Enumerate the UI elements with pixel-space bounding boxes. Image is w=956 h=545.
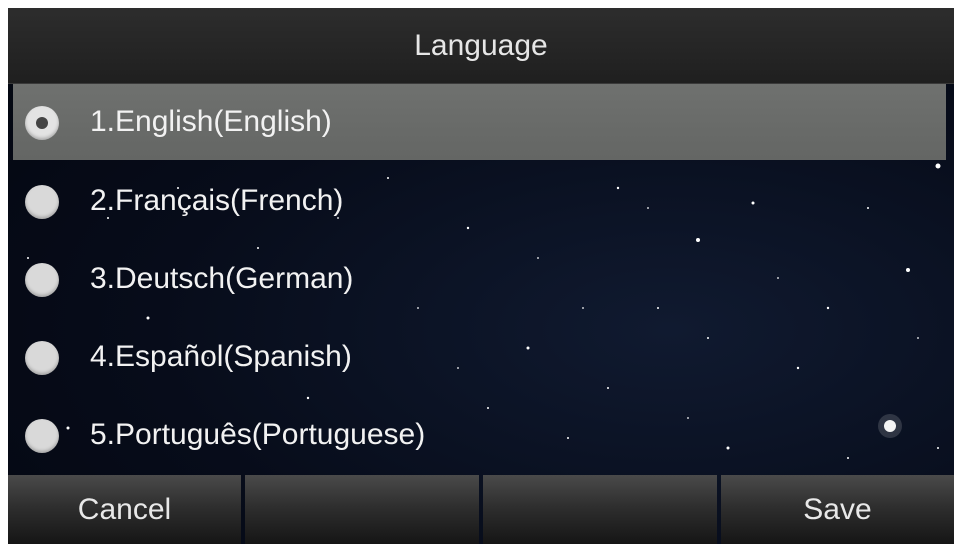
language-option-portuguese[interactable]: 5.Português(Portuguese) bbox=[8, 396, 954, 474]
language-option-label: 1.English(English) bbox=[90, 105, 332, 138]
softkey-3-button[interactable] bbox=[483, 475, 717, 544]
language-option-label: 4.Español(Spanish) bbox=[90, 340, 352, 373]
language-list: 1.English(English) 2.Français(French) 3.… bbox=[8, 84, 954, 474]
language-option-german[interactable]: 3.Deutsch(German) bbox=[8, 240, 954, 318]
radio-unselected-icon[interactable] bbox=[25, 263, 59, 297]
softkey-bar: Cancel Save bbox=[8, 475, 954, 544]
radio-unselected-icon[interactable] bbox=[25, 419, 59, 453]
language-option-english[interactable]: 1.English(English) bbox=[13, 84, 946, 160]
phone-screen: Language 1.English(English) 2.Français(F… bbox=[8, 8, 954, 544]
language-option-label: 2.Français(French) bbox=[90, 184, 344, 217]
language-option-label: 3.Deutsch(German) bbox=[90, 262, 354, 295]
language-option-label: 5.Português(Portuguese) bbox=[90, 418, 426, 451]
radio-unselected-icon[interactable] bbox=[25, 185, 59, 219]
radio-dot-icon bbox=[36, 117, 48, 129]
radio-selected-icon[interactable] bbox=[25, 106, 59, 140]
radio-unselected-icon[interactable] bbox=[25, 341, 59, 375]
language-option-french[interactable]: 2.Français(French) bbox=[8, 162, 954, 240]
language-option-spanish[interactable]: 4.Español(Spanish) bbox=[8, 318, 954, 396]
save-button[interactable]: Save bbox=[721, 475, 954, 544]
softkey-2-button[interactable] bbox=[245, 475, 479, 544]
cancel-button[interactable]: Cancel bbox=[8, 475, 241, 544]
page-title: Language bbox=[414, 29, 548, 62]
title-bar: Language bbox=[8, 8, 954, 84]
